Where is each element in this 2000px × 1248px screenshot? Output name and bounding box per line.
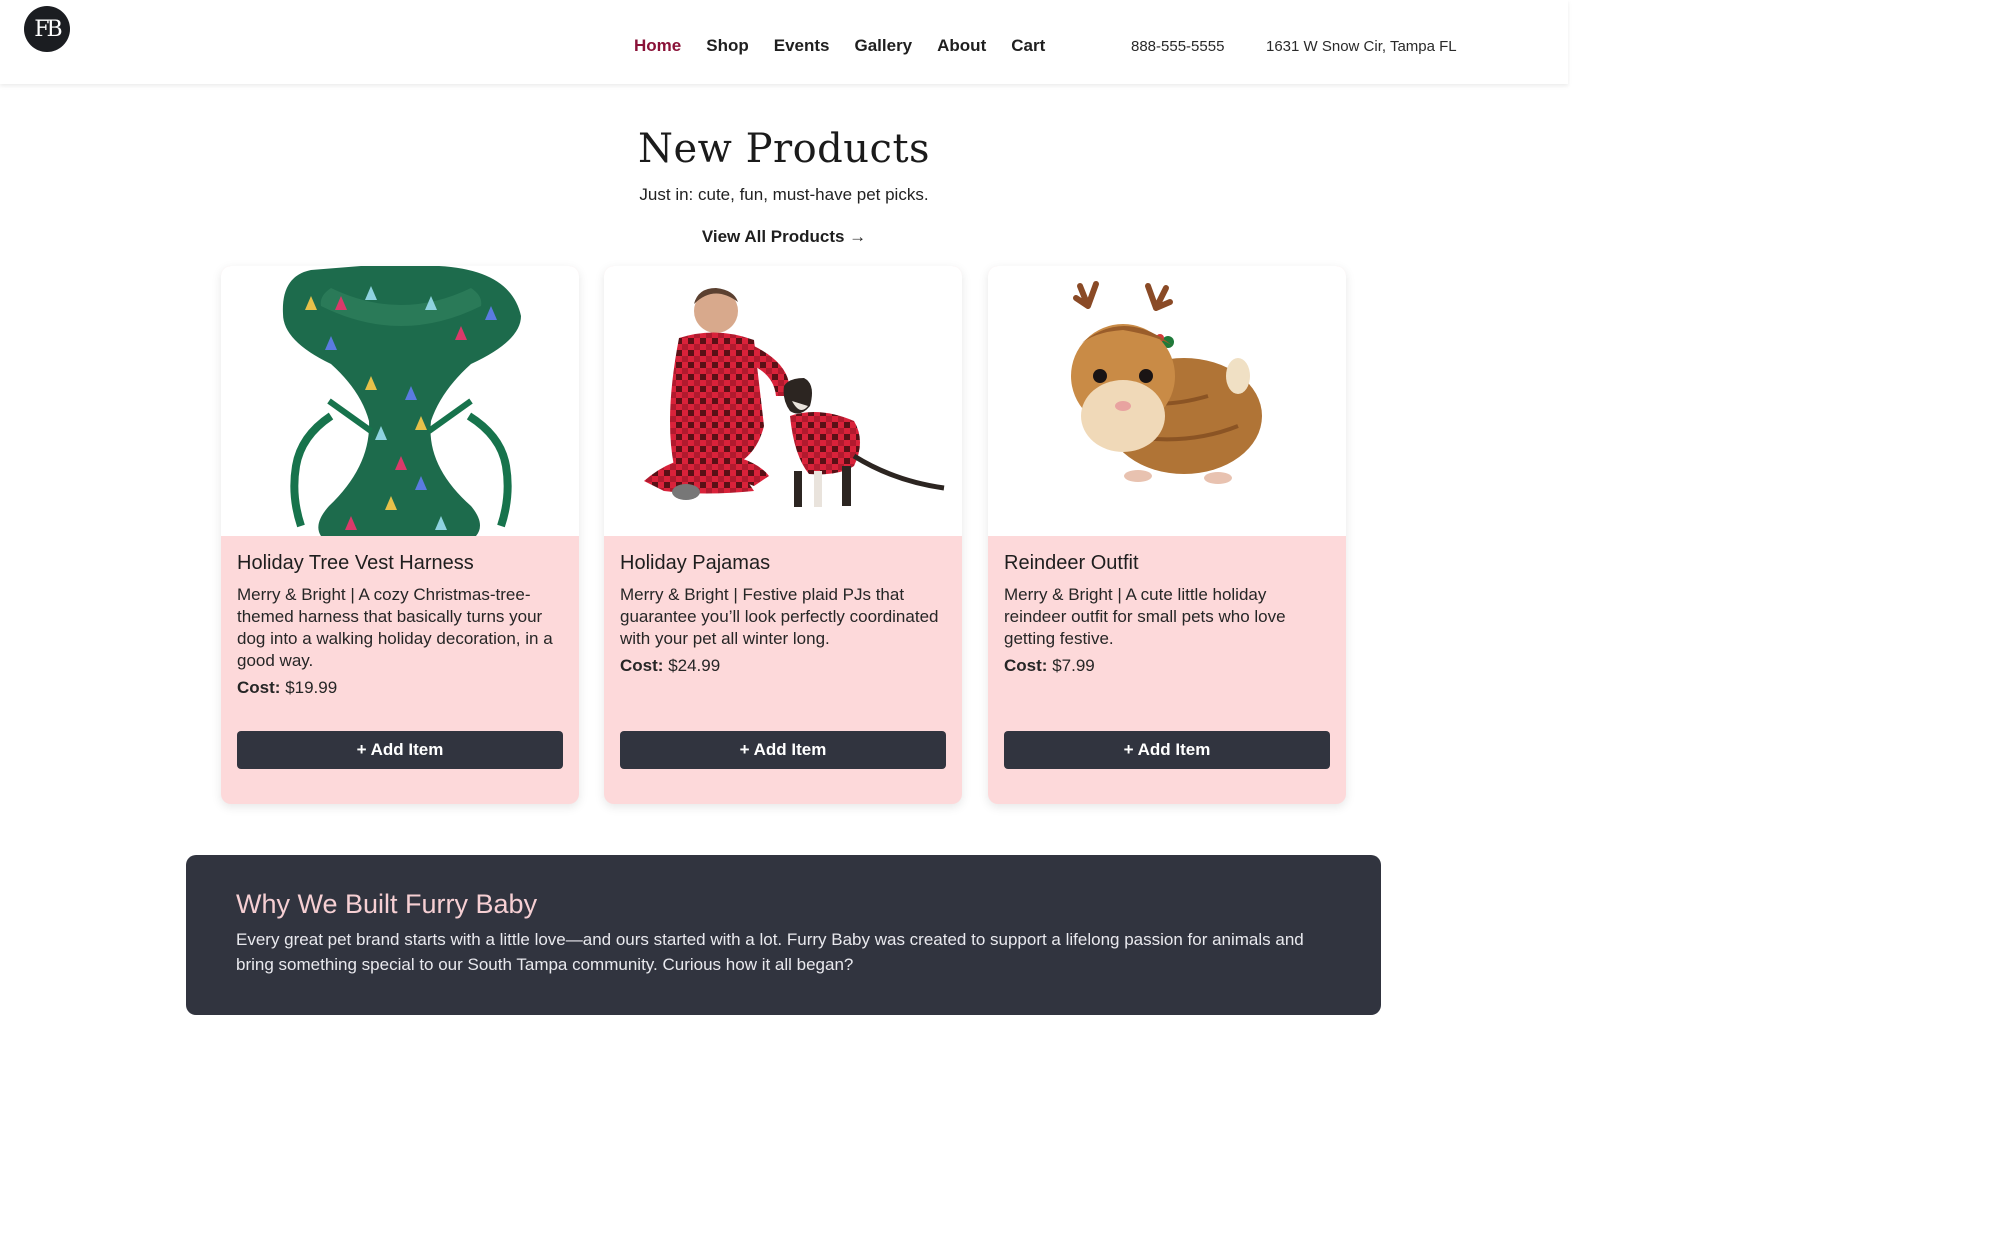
product-cost: Cost: $19.99 (237, 678, 563, 698)
add-item-button[interactable]: + Add Item (237, 731, 563, 769)
site-header: FB Home Shop Events Gallery About Cart 8… (0, 0, 1568, 84)
about-text: Every great pet brand starts with a litt… (236, 930, 1304, 974)
product-card: Holiday Pajamas Merry & Bright | Festive… (604, 266, 962, 804)
product-image-harness[interactable] (221, 266, 579, 536)
product-image-pajamas[interactable] (604, 266, 962, 536)
product-title[interactable]: Holiday Pajamas (620, 552, 946, 575)
product-description: Merry & Bright | Festive plaid PJs that … (620, 585, 939, 648)
product-cost: Cost: $7.99 (1004, 656, 1330, 676)
cost-label: Cost: (1004, 656, 1048, 675)
cost-label: Cost: (620, 656, 664, 675)
product-image-reindeer[interactable] (988, 266, 1346, 536)
nav-about[interactable]: About (937, 36, 986, 56)
about-section: Why We Built Furry Baby Every great pet … (186, 855, 1381, 1015)
add-item-button[interactable]: + Add Item (1004, 731, 1330, 769)
product-price: $19.99 (285, 678, 338, 697)
product-title[interactable]: Reindeer Outfit (1004, 552, 1330, 575)
product-card: Reindeer Outfit Merry & Bright | A cute … (988, 266, 1346, 804)
cost-label: Cost: (237, 678, 281, 697)
store-address: 1631 W Snow Cir, Tampa FL (1266, 38, 1457, 55)
product-description: Merry & Bright | A cute little holiday r… (1004, 585, 1286, 648)
product-card: Holiday Tree Vest Harness Merry & Bright… (221, 266, 579, 804)
main-nav: Home Shop Events Gallery About Cart (634, 36, 1045, 56)
about-title: Why We Built Furry Baby (236, 889, 538, 919)
brand-logo[interactable]: FB (24, 6, 70, 52)
product-cost: Cost: $24.99 (620, 656, 946, 676)
nav-gallery[interactable]: Gallery (854, 36, 912, 56)
product-price: $24.99 (668, 656, 721, 675)
product-price: $7.99 (1052, 656, 1095, 675)
nav-cart[interactable]: Cart (1011, 36, 1045, 56)
nav-shop[interactable]: Shop (706, 36, 749, 56)
section-subtitle: Just in: cute, fun, must-have pet picks. (639, 185, 929, 204)
nav-events[interactable]: Events (774, 36, 830, 56)
nav-home[interactable]: Home (634, 36, 681, 56)
product-title[interactable]: Holiday Tree Vest Harness (237, 552, 563, 575)
view-all-products-container: View All Products → (0, 227, 1568, 247)
section-title: New Products (637, 126, 931, 172)
add-item-button[interactable]: + Add Item (620, 731, 946, 769)
product-description: Merry & Bright | A cozy Christmas-tree-t… (237, 585, 553, 670)
view-all-products-link[interactable]: View All Products → (702, 227, 866, 246)
phone-number[interactable]: 888-555-5555 (1131, 38, 1224, 55)
